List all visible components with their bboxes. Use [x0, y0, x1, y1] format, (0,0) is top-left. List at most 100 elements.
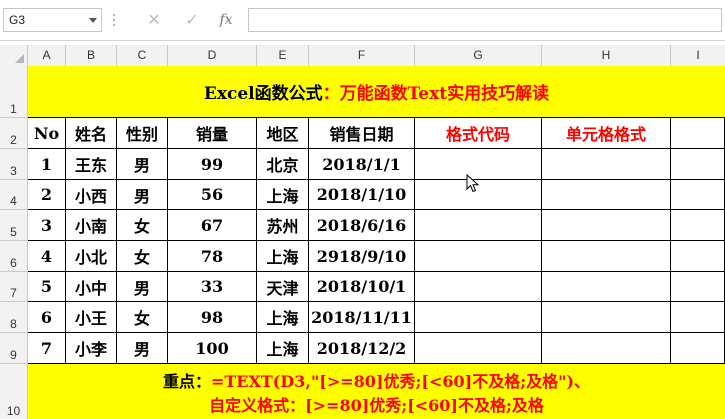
table-cell-name[interactable]: 小北: [66, 241, 117, 272]
table-cell-format-code[interactable]: [415, 210, 542, 241]
select-all-button[interactable]: [0, 45, 28, 66]
table-cell-sales[interactable]: 67: [168, 210, 257, 241]
header-cell-date[interactable]: 销售日期: [309, 118, 415, 149]
drag-handle-icon[interactable]: [111, 12, 117, 28]
table-cell-extra[interactable]: [671, 180, 725, 210]
table-cell-date[interactable]: 2018/6/16: [309, 210, 415, 241]
cancel-icon[interactable]: ✕: [142, 9, 166, 31]
table-cell-extra[interactable]: [671, 302, 725, 333]
table-cell-name[interactable]: 小南: [66, 210, 117, 241]
formula-input[interactable]: [248, 8, 722, 32]
table-cell-cell-format[interactable]: [542, 302, 671, 333]
table-cell-cell-format[interactable]: [542, 210, 671, 241]
table-cell-name[interactable]: 小李: [66, 333, 117, 364]
header-cell-extra[interactable]: [671, 118, 725, 149]
table-cell-sales[interactable]: 99: [168, 149, 257, 180]
insert-function-icon[interactable]: fx: [214, 9, 238, 31]
table-cell-date[interactable]: 2018/12/2: [309, 333, 415, 364]
table-cell-region[interactable]: 天津: [257, 272, 309, 302]
header-cell-format-code[interactable]: 格式代码: [415, 118, 542, 149]
row-header-6[interactable]: 6: [0, 241, 28, 272]
table-cell-gender[interactable]: 男: [117, 272, 168, 302]
column-header-e[interactable]: E: [257, 45, 309, 66]
table-cell-gender[interactable]: 女: [117, 302, 168, 333]
table-cell-sales[interactable]: 100: [168, 333, 257, 364]
table-cell-region[interactable]: 上海: [257, 241, 309, 272]
header-cell-no[interactable]: No: [28, 118, 66, 149]
table-cell-cell-format[interactable]: [542, 241, 671, 272]
column-header-f[interactable]: F: [309, 45, 415, 66]
row-header-9[interactable]: 9: [0, 333, 28, 364]
table-cell-extra[interactable]: [671, 272, 725, 302]
table-cell-cell-format[interactable]: [542, 149, 671, 180]
header-cell-name[interactable]: 姓名: [66, 118, 117, 149]
table-cell-gender[interactable]: 男: [117, 333, 168, 364]
table-cell-gender[interactable]: 女: [117, 210, 168, 241]
table-cell-sales[interactable]: 98: [168, 302, 257, 333]
table-cell-date[interactable]: 2918/9/10: [309, 241, 415, 272]
chevron-down-icon[interactable]: [89, 18, 97, 23]
table-cell-no[interactable]: 4: [28, 241, 66, 272]
header-cell-region[interactable]: 地区: [257, 118, 309, 149]
column-header-d[interactable]: D: [168, 45, 257, 66]
row-header-2[interactable]: 2: [0, 118, 28, 149]
table-cell-extra[interactable]: [671, 333, 725, 364]
column-header-b[interactable]: B: [66, 45, 117, 66]
table-cell-format-code[interactable]: [415, 241, 542, 272]
table-cell-extra[interactable]: [671, 210, 725, 241]
row-header-8[interactable]: 8: [0, 302, 28, 333]
header-cell-sales[interactable]: 销量: [168, 118, 257, 149]
table-cell-sales[interactable]: 78: [168, 241, 257, 272]
table-cell-gender[interactable]: 女: [117, 241, 168, 272]
sheet-title[interactable]: Excel函数公式 ：万能函数Text实用技巧解读: [28, 66, 725, 118]
sheet-grid: Excel函数公式 ：万能函数Text实用技巧解读 No 姓名 性别 销量 地区 销售日期格…: [28, 66, 725, 419]
table-cell-date[interactable]: 2018/10/1: [309, 272, 415, 302]
table-cell-name[interactable]: 小中: [66, 272, 117, 302]
table-cell-no[interactable]: 7: [28, 333, 66, 364]
table-cell-date[interactable]: 2018/1/10: [309, 180, 415, 210]
table-cell-name[interactable]: 小西: [66, 180, 117, 210]
header-cell-gender[interactable]: 性别: [117, 118, 168, 149]
table-cell-region[interactable]: 苏州: [257, 210, 309, 241]
table-cell-no[interactable]: 6: [28, 302, 66, 333]
table-cell-format-code[interactable]: [415, 333, 542, 364]
table-cell-no[interactable]: 5: [28, 272, 66, 302]
table-cell-region[interactable]: 北京: [257, 149, 309, 180]
table-cell-no[interactable]: 2: [28, 180, 66, 210]
note-box[interactable]: 重点：=TEXT(D3,"[>=80]优秀;[<60]不及格;及格")、 自定义…: [28, 364, 725, 419]
column-header-a[interactable]: A: [28, 45, 66, 66]
table-cell-no[interactable]: 3: [28, 210, 66, 241]
table-cell-cell-format[interactable]: [542, 272, 671, 302]
table-cell-date[interactable]: 2018/11/11: [309, 302, 415, 333]
table-cell-cell-format[interactable]: [542, 333, 671, 364]
row-header-4[interactable]: 4: [0, 180, 28, 210]
row-header-5[interactable]: 5: [0, 210, 28, 241]
column-header-h[interactable]: H: [542, 45, 671, 66]
table-cell-extra[interactable]: [671, 241, 725, 272]
table-cell-date[interactable]: 2018/1/1: [309, 149, 415, 180]
table-cell-sales[interactable]: 33: [168, 272, 257, 302]
row-header-1[interactable]: 1: [0, 66, 28, 118]
table-cell-gender[interactable]: 男: [117, 180, 168, 210]
table-cell-region[interactable]: 上海: [257, 180, 309, 210]
header-cell-cell-format[interactable]: 单元格格式: [542, 118, 671, 149]
table-cell-name[interactable]: 王东: [66, 149, 117, 180]
table-cell-region[interactable]: 上海: [257, 302, 309, 333]
column-header-c[interactable]: C: [117, 45, 168, 66]
table-cell-sales[interactable]: 56: [168, 180, 257, 210]
table-cell-format-code[interactable]: [415, 302, 542, 333]
table-cell-cell-format[interactable]: [542, 180, 671, 210]
row-header-10[interactable]: 10: [0, 364, 28, 419]
table-cell-extra[interactable]: [671, 149, 725, 180]
table-cell-gender[interactable]: 男: [117, 149, 168, 180]
enter-icon[interactable]: ✓: [180, 9, 204, 31]
column-header-i[interactable]: I: [671, 45, 725, 66]
table-cell-no[interactable]: 1: [28, 149, 66, 180]
table-cell-region[interactable]: 上海: [257, 333, 309, 364]
table-cell-format-code[interactable]: [415, 272, 542, 302]
row-header-7[interactable]: 7: [0, 272, 28, 302]
row-header-3[interactable]: 3: [0, 149, 28, 180]
name-box[interactable]: G3: [3, 8, 102, 32]
column-header-g[interactable]: G: [415, 45, 542, 66]
table-cell-name[interactable]: 小王: [66, 302, 117, 333]
